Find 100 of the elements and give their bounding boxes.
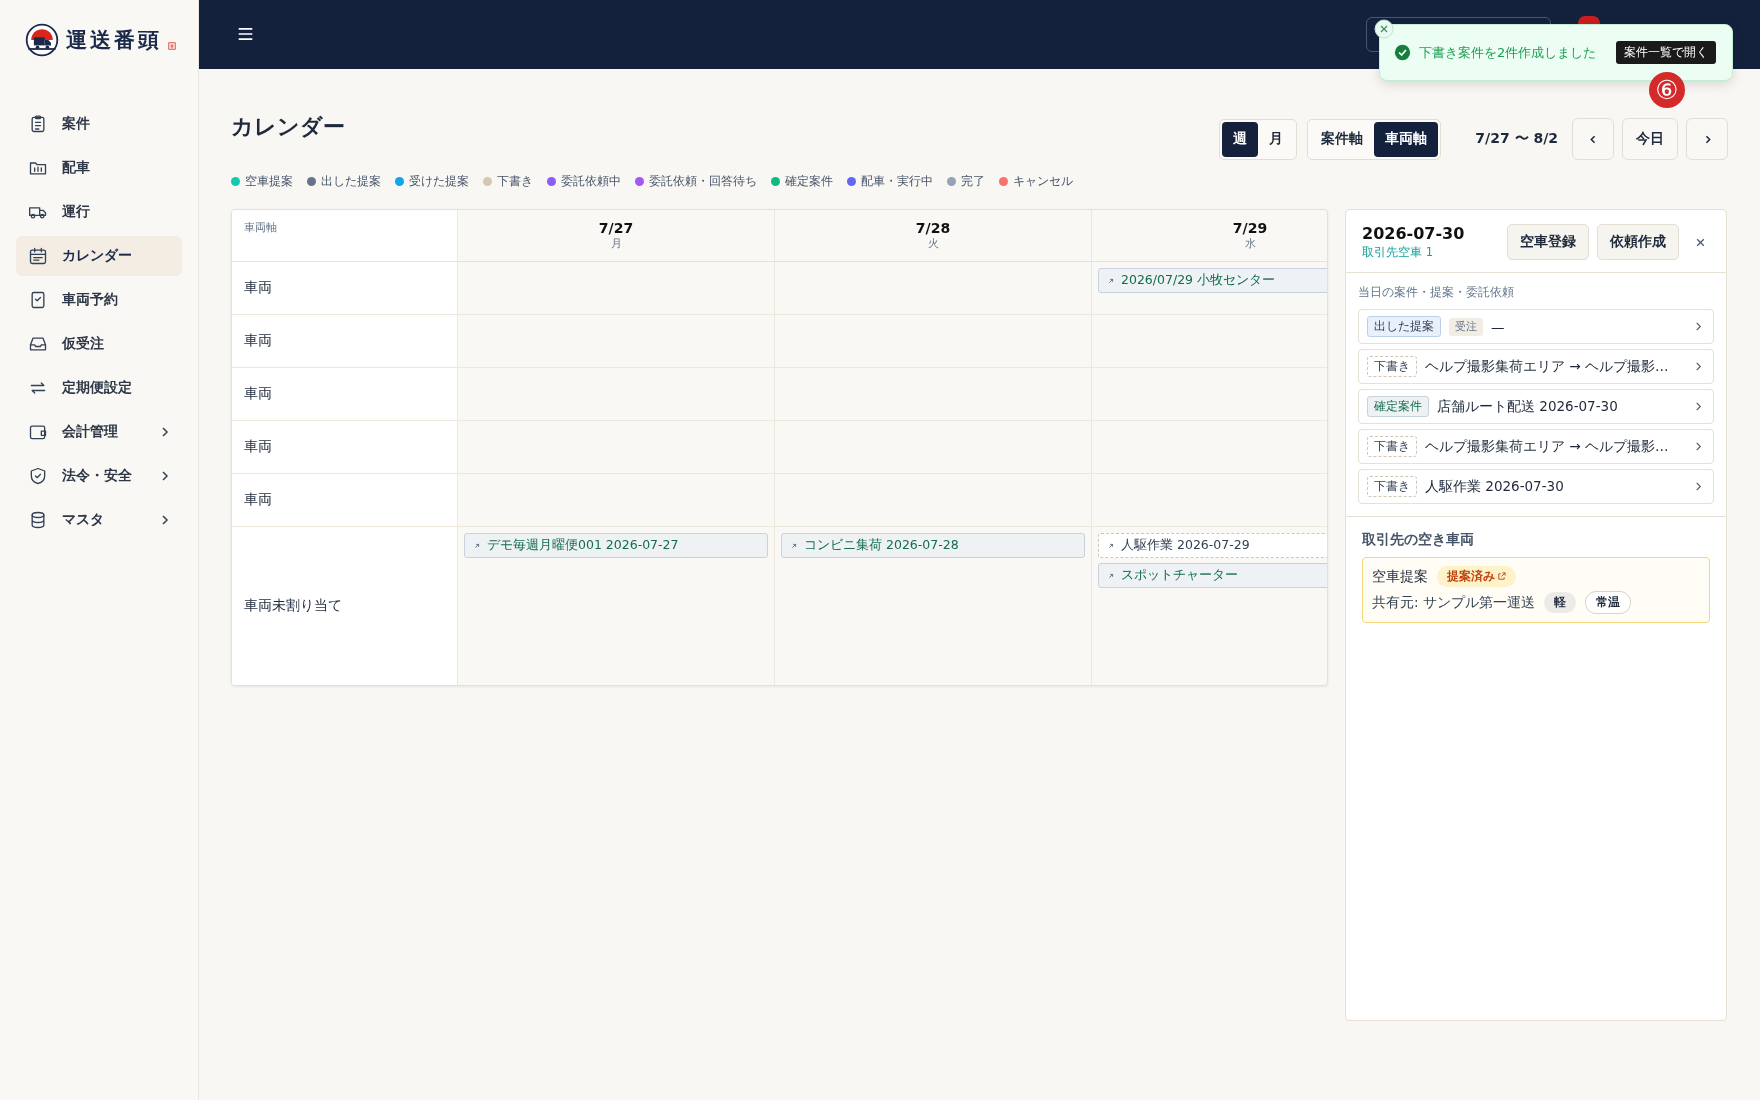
- chevron-right-icon: [1694, 322, 1703, 331]
- partner-vacancy-count: 取引先空車 1: [1362, 245, 1434, 260]
- proposed-link[interactable]: 提案済み: [1437, 566, 1516, 587]
- row-label: 車両: [232, 315, 457, 368]
- close-icon[interactable]: [1695, 236, 1706, 248]
- axis-toggle[interactable]: 案件軸: [1310, 121, 1375, 157]
- legend-label: 下書き: [497, 173, 533, 189]
- view-toggle[interactable]: 週: [1222, 121, 1259, 157]
- date-range: 7/27 〜 8/2: [1475, 130, 1558, 148]
- calendar-cell[interactable]: コンビニ集荷 2026-07-28: [774, 527, 1091, 685]
- page-title: カレンダー: [231, 113, 345, 141]
- legend-label: キャンセル: [1013, 173, 1073, 189]
- item-title: —: [1491, 318, 1506, 335]
- day-item[interactable]: 確定案件 店舗ルート配送 2026-07-30: [1358, 389, 1714, 424]
- calendar-cell[interactable]: [457, 262, 774, 315]
- vacancy-title: 空車提案: [1372, 567, 1428, 586]
- event-chip[interactable]: 2026/07/29 小牧センター: [1098, 268, 1327, 293]
- calendar-cell[interactable]: デモ毎週月曜便001 2026-07-27: [457, 527, 774, 685]
- weekday: 水: [1244, 236, 1256, 251]
- status-tag: 下書き: [1367, 476, 1417, 497]
- today-button[interactable]: 今日: [1622, 118, 1678, 160]
- corner-label: 車両軸: [232, 210, 457, 262]
- previous-button[interactable]: [1572, 118, 1614, 160]
- event-chip[interactable]: コンビニ集荷 2026-07-28: [781, 533, 1085, 558]
- arrow-icon: [473, 541, 481, 550]
- calendar-cell[interactable]: [774, 315, 1091, 368]
- panel-button[interactable]: 空車登録: [1507, 224, 1589, 260]
- weekday: 月: [610, 236, 622, 251]
- row-label: 車両: [232, 421, 457, 474]
- legend-label: 出した提案: [321, 173, 381, 189]
- item-title: 人駆作業 2026-07-30: [1425, 477, 1565, 496]
- open-list-button[interactable]: 案件一覧で開く: [1616, 41, 1716, 64]
- sidebar-item[interactable]: 仮受注: [16, 324, 182, 364]
- order-tag: 受注: [1449, 317, 1483, 336]
- panel-button[interactable]: 依頼作成: [1597, 224, 1679, 260]
- calendar-cell[interactable]: [457, 421, 774, 474]
- section-title: 取引先の空き車両: [1362, 531, 1475, 549]
- sidebar-item[interactable]: 法令・安全: [16, 456, 182, 496]
- item-title: ヘルプ撮影集荷エリア → ヘルプ撮影…: [1425, 357, 1670, 376]
- next-button[interactable]: [1686, 118, 1728, 160]
- owner-text: 共有元: サンプル第一運送: [1372, 593, 1535, 612]
- row-label: 車両: [232, 262, 457, 315]
- sidebar-item[interactable]: 案件: [16, 104, 182, 144]
- legend-label: 確定案件: [785, 173, 833, 189]
- legend-label: 受けた提案: [409, 173, 469, 189]
- calendar-cell[interactable]: [457, 368, 774, 421]
- toast-message: 下書き案件を2件作成しました: [1419, 43, 1598, 62]
- calendar-cell[interactable]: [774, 421, 1091, 474]
- day-item[interactable]: 出した提案 受注 —: [1358, 309, 1714, 344]
- calendar-cell[interactable]: [774, 474, 1091, 527]
- day-date: 7/27: [598, 220, 634, 236]
- sidebar-item[interactable]: カレンダー: [16, 236, 182, 276]
- event-chip[interactable]: 人駆作業 2026-07-29: [1098, 533, 1327, 558]
- view-toggle[interactable]: 月: [1258, 121, 1295, 157]
- row-label: 車両: [232, 474, 457, 527]
- chevron-right-icon: [1694, 482, 1703, 491]
- status-tag: 出した提案: [1367, 316, 1441, 337]
- day-item[interactable]: 下書き 人駆作業 2026-07-30: [1358, 469, 1714, 504]
- calendar-cell[interactable]: [774, 262, 1091, 315]
- calendar-cell[interactable]: [457, 474, 774, 527]
- calendar-cell[interactable]: [457, 315, 774, 368]
- event-chip[interactable]: スポットチャーター: [1098, 563, 1327, 588]
- axis-toggle[interactable]: 車両軸: [1374, 121, 1439, 157]
- calendar-cell[interactable]: [774, 368, 1091, 421]
- item-title: 店舗ルート配送 2026-07-30: [1437, 397, 1619, 416]
- chevron-right-icon: [1694, 362, 1703, 371]
- event-chip[interactable]: デモ毎週月曜便001 2026-07-27: [464, 533, 768, 558]
- day-item[interactable]: 下書き ヘルプ撮影集荷エリア → ヘルプ撮影…: [1358, 349, 1714, 384]
- vehicle-tag: 常温: [1584, 591, 1631, 614]
- calendar-icon: [28, 246, 48, 266]
- legend-label: 空車提案: [245, 173, 293, 189]
- seal-icon: [168, 42, 176, 50]
- arrow-icon: [1107, 276, 1115, 285]
- status-tag: 下書き: [1367, 356, 1417, 377]
- legend-label: 完了: [961, 173, 985, 189]
- status-tag: 確定案件: [1367, 396, 1429, 417]
- arrow-icon: [1107, 571, 1115, 580]
- item-title: ヘルプ撮影集荷エリア → ヘルプ撮影…: [1425, 437, 1670, 456]
- row-label: 車両未割り当て: [232, 527, 457, 685]
- day-date: 7/28: [915, 220, 951, 236]
- chevron-right-icon: [1694, 402, 1703, 411]
- menu-icon[interactable]: [237, 27, 254, 41]
- day-item[interactable]: 下書き ヘルプ撮影集荷エリア → ヘルプ撮影…: [1358, 429, 1714, 464]
- sidebar-item[interactable]: 車両予約: [16, 280, 182, 320]
- external-link-icon: [1497, 572, 1506, 581]
- step-marker: ⑥: [1649, 72, 1685, 108]
- legend-label: 委託依頼中: [561, 173, 621, 189]
- row-label: 車両: [232, 368, 457, 421]
- check-circle-icon: [1394, 44, 1411, 61]
- truck-logo-icon: [24, 22, 60, 58]
- vehicle-tag: 軽: [1543, 592, 1576, 613]
- sidebar-item[interactable]: 会計管理: [16, 412, 182, 452]
- sidebar-item[interactable]: 配車: [16, 148, 182, 188]
- arrow-icon: [790, 541, 798, 550]
- close-icon[interactable]: [1374, 19, 1394, 39]
- sidebar-item[interactable]: マスタ: [16, 500, 182, 540]
- sidebar-item[interactable]: 運行: [16, 192, 182, 232]
- sidebar-item[interactable]: 定期便設定: [16, 368, 182, 408]
- legend-label: 委託依頼・回答待ち: [649, 173, 757, 189]
- day-date: 7/29: [1232, 220, 1268, 236]
